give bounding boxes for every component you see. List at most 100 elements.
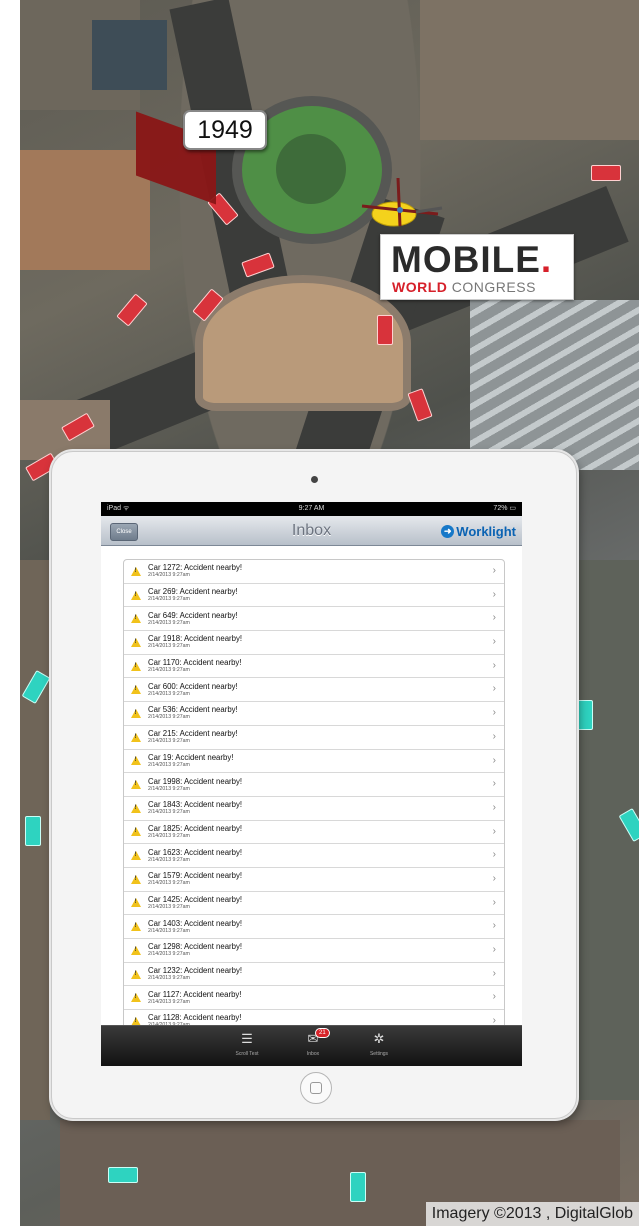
- message-date: 2/14/2013 9:27am: [148, 809, 190, 816]
- chevron-right-icon: ›: [492, 872, 496, 884]
- inbox-content: Car 1272: Accident nearby!2/14/2013 9:27…: [101, 546, 522, 1025]
- battery-indicator: 72% ▭: [493, 505, 516, 512]
- helicopter-icon: [361, 178, 443, 227]
- list-item[interactable]: Car 1403: Accident nearby!2/14/2013 9:27…: [124, 915, 504, 939]
- list-item[interactable]: Car 1128: Accident nearby!2/14/2013 9:27…: [124, 1010, 504, 1025]
- chevron-right-icon: ›: [492, 1015, 496, 1025]
- warning-icon: [131, 898, 141, 908]
- navigation-bar: Inbox Close ➜ Worklight: [101, 516, 522, 546]
- warning-icon: [131, 685, 141, 695]
- worklight-icon: ➜: [441, 524, 455, 538]
- gear-icon: ✲: [373, 1031, 385, 1046]
- message-date: 2/14/2013 9:27am: [148, 761, 190, 768]
- message-title: Car 1403: Accident nearby!: [148, 918, 243, 928]
- message-date: 2/14/2013 9:27am: [148, 998, 190, 1005]
- message-title: Car 1425: Accident nearby!: [148, 894, 243, 904]
- warning-icon: [131, 922, 141, 932]
- bus-marker: [577, 700, 593, 730]
- message-date: 2/14/2013 9:27am: [148, 927, 190, 934]
- message-title: Car 19: Accident nearby!: [148, 752, 234, 762]
- bus-marker: [116, 293, 148, 327]
- bus-marker: [350, 1172, 366, 1202]
- message-title: Car 1843: Accident nearby!: [148, 800, 243, 810]
- bus-marker: [108, 1167, 138, 1183]
- tablet-device: iPad ᯤ 9:27 AM 72% ▭ Inbox Close ➜ Workl…: [51, 451, 577, 1119]
- tab-bar: ☰ Scroll Test ✉ 21 Inbox ✲ Settings: [101, 1025, 522, 1066]
- tab-settings[interactable]: ✲ Settings: [357, 1030, 401, 1057]
- chevron-right-icon: ›: [492, 825, 496, 837]
- list-item[interactable]: Car 269: Accident nearby!2/14/2013 9:27a…: [124, 584, 504, 608]
- message-date: 2/14/2013 9:27am: [148, 832, 190, 839]
- list-item[interactable]: Car 1843: Accident nearby!2/14/2013 9:27…: [124, 797, 504, 821]
- message-title: Car 1825: Accident nearby!: [148, 823, 243, 833]
- message-title: Car 1128: Accident nearby!: [148, 1013, 242, 1023]
- bus-marker: [377, 315, 393, 345]
- warning-icon: [131, 1016, 141, 1025]
- year-label: 1949: [183, 110, 267, 150]
- message-title: Car 1918: Accident nearby!: [148, 634, 243, 644]
- warning-icon: [131, 969, 141, 979]
- bus-marker: [591, 165, 621, 181]
- warning-icon: [131, 780, 141, 790]
- warning-icon: [131, 637, 141, 647]
- building: [92, 20, 167, 90]
- list-item[interactable]: Car 1918: Accident nearby!2/14/2013 9:27…: [124, 631, 504, 655]
- home-button[interactable]: [300, 1072, 332, 1104]
- message-title: Car 649: Accident nearby!: [148, 610, 238, 620]
- message-title: Car 1298: Accident nearby!: [148, 942, 243, 952]
- chevron-right-icon: ›: [492, 754, 496, 766]
- list-item[interactable]: Car 215: Accident nearby!2/14/2013 9:27a…: [124, 726, 504, 750]
- list-item[interactable]: Car 1127: Accident nearby!2/14/2013 9:27…: [124, 986, 504, 1011]
- warning-icon: [131, 708, 141, 718]
- chevron-right-icon: ›: [492, 565, 496, 576]
- list-item[interactable]: Car 1232: Accident nearby!2/14/2013 9:27…: [124, 963, 504, 987]
- list-item[interactable]: Car 1579: Accident nearby!2/14/2013 9:27…: [124, 868, 504, 892]
- message-title: Car 215: Accident nearby!: [148, 729, 238, 739]
- list-item[interactable]: Car 1998: Accident nearby!2/14/2013 9:27…: [124, 773, 504, 797]
- tablet-screen: iPad ᯤ 9:27 AM 72% ▭ Inbox Close ➜ Workl…: [101, 502, 522, 1066]
- message-list[interactable]: Car 1272: Accident nearby!2/14/2013 9:27…: [123, 559, 505, 1025]
- chevron-right-icon: ›: [492, 707, 496, 719]
- list-item[interactable]: Car 649: Accident nearby!2/14/2013 9:27a…: [124, 607, 504, 632]
- message-date: 2/14/2013 9:27am: [148, 880, 190, 887]
- list-item[interactable]: Car 600: Accident nearby!2/14/2013 9:27a…: [124, 678, 504, 703]
- building: [420, 0, 639, 140]
- message-title: Car 269: Accident nearby!: [148, 587, 238, 597]
- chevron-right-icon: ›: [492, 920, 496, 932]
- list-item[interactable]: Car 1298: Accident nearby!2/14/2013 9:27…: [124, 939, 504, 963]
- message-date: 2/14/2013 9:27am: [148, 619, 190, 626]
- warning-icon: [131, 803, 141, 813]
- message-date: 2/14/2013 9:27am: [148, 903, 190, 910]
- chevron-right-icon: ›: [492, 636, 496, 648]
- message-date: 2/14/2013 9:27am: [148, 785, 190, 792]
- warning-icon: [131, 732, 141, 742]
- chevron-right-icon: ›: [492, 801, 496, 813]
- chevron-right-icon: ›: [492, 778, 496, 790]
- camera: [311, 476, 318, 483]
- message-date: 2/14/2013 9:27am: [148, 643, 190, 650]
- list-item[interactable]: Car 1825: Accident nearby!2/14/2013 9:27…: [124, 821, 504, 845]
- message-title: Car 1579: Accident nearby!: [148, 871, 243, 881]
- tab-scroll-test[interactable]: ☰ Scroll Test: [225, 1030, 269, 1057]
- mobile-world-congress-logo: MOBILE. WORLD CONGRESS: [380, 234, 574, 300]
- bus-marker: [25, 816, 41, 846]
- message-title: Car 536: Accident nearby!: [148, 705, 238, 715]
- message-date: 2/14/2013 9:27am: [148, 856, 190, 863]
- message-date: 2/14/2013 9:27am: [148, 572, 190, 579]
- status-time: 9:27 AM: [298, 505, 325, 512]
- warning-icon: [131, 566, 141, 576]
- list-item[interactable]: Car 536: Accident nearby!2/14/2013 9:27a…: [124, 702, 504, 726]
- message-title: Car 1623: Accident nearby!: [148, 847, 243, 857]
- list-item[interactable]: Car 1623: Accident nearby!2/14/2013 9:27…: [124, 844, 504, 868]
- tab-inbox[interactable]: ✉ 21 Inbox: [291, 1028, 335, 1057]
- chevron-right-icon: ›: [492, 683, 496, 695]
- message-date: 2/14/2013 9:27am: [148, 596, 190, 603]
- close-button[interactable]: Close: [110, 523, 138, 541]
- list-item[interactable]: Car 1272: Accident nearby!2/14/2013 9:27…: [124, 560, 504, 584]
- status-bar: iPad ᯤ 9:27 AM 72% ▭: [101, 502, 522, 516]
- list-item[interactable]: Car 1425: Accident nearby!2/14/2013 9:27…: [124, 892, 504, 916]
- chevron-right-icon: ›: [492, 659, 496, 671]
- warning-icon: [131, 945, 141, 955]
- list-item[interactable]: Car 19: Accident nearby!2/14/2013 9:27am…: [124, 750, 504, 774]
- list-item[interactable]: Car 1170: Accident nearby!2/14/2013 9:27…: [124, 655, 504, 679]
